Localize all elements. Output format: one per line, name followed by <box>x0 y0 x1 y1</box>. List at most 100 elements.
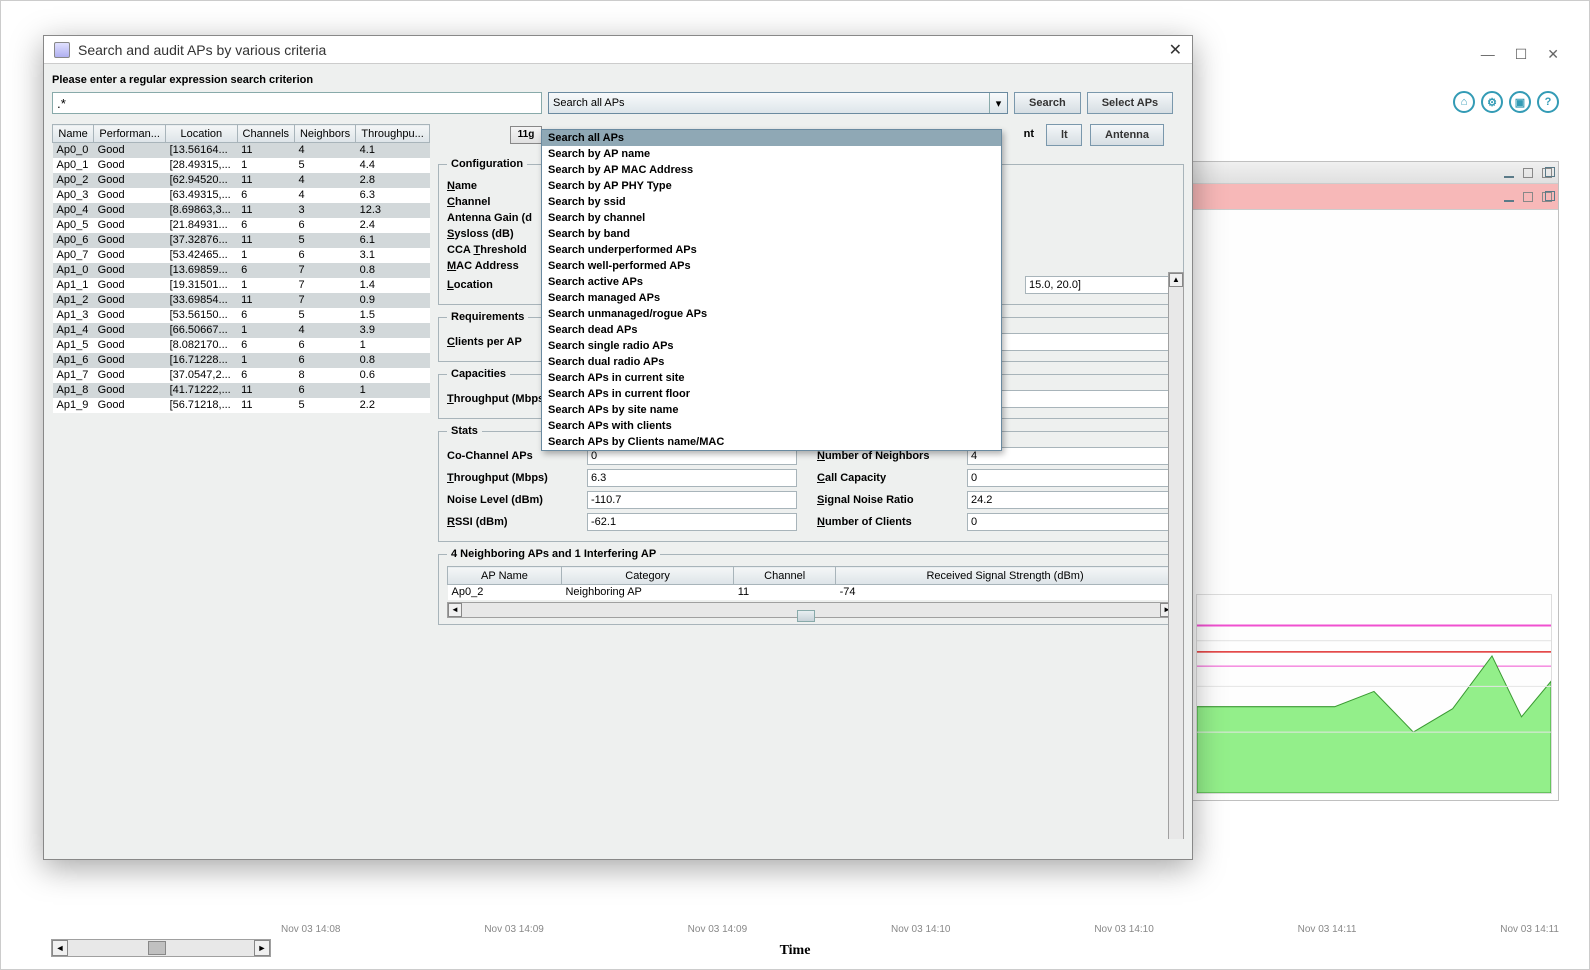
snr-field[interactable] <box>967 491 1177 509</box>
dropdown-option[interactable]: Search APs in current floor <box>542 386 1001 402</box>
dropdown-option[interactable]: Search active APs <box>542 274 1001 290</box>
column-header[interactable]: AP Name <box>448 567 562 585</box>
table-row[interactable]: Ap0_5Good[21.84931...662.4 <box>53 218 430 233</box>
neighboring-aps-table[interactable]: AP NameCategoryChannelReceived Signal St… <box>447 566 1175 600</box>
regex-input[interactable] <box>52 92 542 114</box>
dropdown-option[interactable]: Search by AP MAC Address <box>542 162 1001 178</box>
scroll-left-icon[interactable]: ◄ <box>448 603 462 617</box>
noise-label: Noise Level (dBm) <box>447 494 587 506</box>
scroll-thumb[interactable] <box>148 941 166 955</box>
dropdown-option[interactable]: Search managed APs <box>542 290 1001 306</box>
capacities-legend: Capacities <box>447 368 510 380</box>
rssi-field[interactable] <box>587 513 797 531</box>
table-row[interactable]: Ap1_4Good[66.50667...143.9 <box>53 323 430 338</box>
dropdown-option[interactable]: Search by band <box>542 226 1001 242</box>
minimize-icon[interactable]: — <box>1481 46 1495 63</box>
column-header[interactable]: Category <box>561 567 733 585</box>
close-icon[interactable]: ✕ <box>1547 46 1559 63</box>
search-button[interactable]: Search <box>1014 92 1081 114</box>
maximize-icon[interactable]: ☐ <box>1515 46 1528 63</box>
stats-legend: Stats <box>447 425 482 437</box>
table-row[interactable]: Ap1_0Good[13.69859...670.8 <box>53 263 430 278</box>
table-row[interactable]: Ap0_1Good[28.49315,...154.4 <box>53 158 430 173</box>
table-row[interactable]: Ap0_0Good[13.56164...1144.1 <box>53 143 430 158</box>
background-chart <box>1196 594 1552 794</box>
stats-throughput-field[interactable] <box>587 469 797 487</box>
table-row[interactable]: Ap1_8Good[41.71222,...1161 <box>53 383 430 398</box>
scroll-left-icon[interactable]: ◄ <box>52 940 68 956</box>
dropdown-option[interactable]: Search by ssid <box>542 194 1001 210</box>
column-header[interactable]: Channels <box>237 125 294 143</box>
panel2-minimize-icon[interactable] <box>1504 192 1514 202</box>
dropdown-option[interactable]: Search APs by site name <box>542 402 1001 418</box>
dialog-titlebar: Search and audit APs by various criteria… <box>44 36 1192 64</box>
column-header[interactable]: Performan... <box>94 125 166 143</box>
panel-minimize-icon[interactable] <box>1504 168 1514 178</box>
dropdown-option[interactable]: Search dual radio APs <box>542 354 1001 370</box>
dropdown-option[interactable]: Search single radio APs <box>542 338 1001 354</box>
bottom-horizontal-scrollbar[interactable]: ◄ ► <box>51 939 271 957</box>
neighbor-horizontal-scrollbar[interactable]: ◄ ► <box>447 602 1175 618</box>
table-row[interactable]: Ap0_2Good[62.94520...1142.8 <box>53 173 430 188</box>
table-row[interactable]: Ap1_9Good[56.71218,...1152.2 <box>53 398 430 413</box>
dropdown-option[interactable]: Search by channel <box>542 210 1001 226</box>
column-header[interactable]: Received Signal Strength (dBm) <box>836 567 1175 585</box>
dropdown-option[interactable]: Search APs with clients <box>542 418 1001 434</box>
neighboring-legend: 4 Neighboring APs and 1 Interfering AP <box>447 548 660 560</box>
phy-type-badge[interactable]: 11g <box>510 126 542 144</box>
scroll-up-icon[interactable]: ▲ <box>1169 273 1183 287</box>
lt-button[interactable]: lt <box>1046 124 1082 146</box>
ap-results-table[interactable]: NamePerforman...LocationChannelsNeighbor… <box>52 124 430 413</box>
configuration-legend: Configuration <box>447 158 527 170</box>
chevron-down-icon[interactable]: ▾ <box>989 93 1007 113</box>
stop-icon[interactable]: ▣ <box>1509 91 1531 113</box>
num-clients-field[interactable] <box>967 513 1177 531</box>
dropdown-option[interactable]: Search by AP PHY Type <box>542 178 1001 194</box>
neighbors-label: Number of Neighbors <box>817 450 967 462</box>
column-header[interactable]: Location <box>166 125 238 143</box>
search-type-dropdown-list[interactable]: Search all APsSearch by AP nameSearch by… <box>541 129 1002 451</box>
dropdown-option[interactable]: Search unmanaged/rogue APs <box>542 306 1001 322</box>
noise-field[interactable] <box>587 491 797 509</box>
stats-callcap-label: Call Capacity <box>817 472 967 484</box>
table-row[interactable]: Ap0_3Good[63.49315,...646.3 <box>53 188 430 203</box>
toolbar-round-buttons: ⌂ ⚙ ▣ ? <box>1453 91 1559 113</box>
column-header[interactable]: Neighbors <box>294 125 355 143</box>
column-header[interactable]: Channel <box>734 567 836 585</box>
stats-callcap-field[interactable] <box>967 469 1177 487</box>
right-panel-vertical-scrollbar[interactable]: ▲ <box>1168 272 1184 839</box>
table-row[interactable]: Ap0_4Good[8.69863,3...11312.3 <box>53 203 430 218</box>
dropdown-option[interactable]: Search well-performed APs <box>542 258 1001 274</box>
dropdown-option[interactable]: Search dead APs <box>542 322 1001 338</box>
dialog-close-icon[interactable]: ✕ <box>1169 40 1182 60</box>
dropdown-option[interactable]: Search APs in current site <box>542 370 1001 386</box>
table-row[interactable]: Ap1_6Good[16.71228...160.8 <box>53 353 430 368</box>
table-row[interactable]: Ap1_7Good[37.0547,2...680.6 <box>53 368 430 383</box>
gear-icon[interactable]: ⚙ <box>1481 91 1503 113</box>
search-type-combobox[interactable]: Search all APs ▾ <box>548 92 1008 114</box>
criterion-label: Please enter a regular expression search… <box>52 74 1184 86</box>
column-header[interactable]: Throughpu... <box>356 125 430 143</box>
help-icon[interactable]: ? <box>1537 91 1559 113</box>
location-field[interactable] <box>1025 276 1175 294</box>
panel-restore-icon[interactable] <box>1542 168 1552 178</box>
panel-maximize-icon[interactable] <box>1523 168 1533 178</box>
scroll-right-icon[interactable]: ► <box>254 940 270 956</box>
dropdown-option[interactable]: Search by AP name <box>542 146 1001 162</box>
panel2-restore-icon[interactable] <box>1542 192 1552 202</box>
table-row[interactable]: Ap0_6Good[37.32876...1156.1 <box>53 233 430 248</box>
table-row[interactable]: Ap1_1Good[19.31501...171.4 <box>53 278 430 293</box>
table-row[interactable]: Ap1_2Good[33.69854...1170.9 <box>53 293 430 308</box>
table-row[interactable]: Ap0_7Good[53.42465...163.1 <box>53 248 430 263</box>
dropdown-option[interactable]: Search all APs <box>542 130 1001 146</box>
home-icon[interactable]: ⌂ <box>1453 91 1475 113</box>
dropdown-option[interactable]: Search underperformed APs <box>542 242 1001 258</box>
scroll-thumb[interactable] <box>797 610 815 622</box>
column-header[interactable]: Name <box>53 125 94 143</box>
select-aps-button[interactable]: Select APs <box>1087 92 1173 114</box>
dropdown-option[interactable]: Search APs by Clients name/MAC <box>542 434 1001 450</box>
table-row[interactable]: Ap1_3Good[53.56150...651.5 <box>53 308 430 323</box>
table-row[interactable]: Ap1_5Good[8.082170...661 <box>53 338 430 353</box>
panel2-maximize-icon[interactable] <box>1523 192 1533 202</box>
antenna-button[interactable]: Antenna <box>1090 124 1164 146</box>
